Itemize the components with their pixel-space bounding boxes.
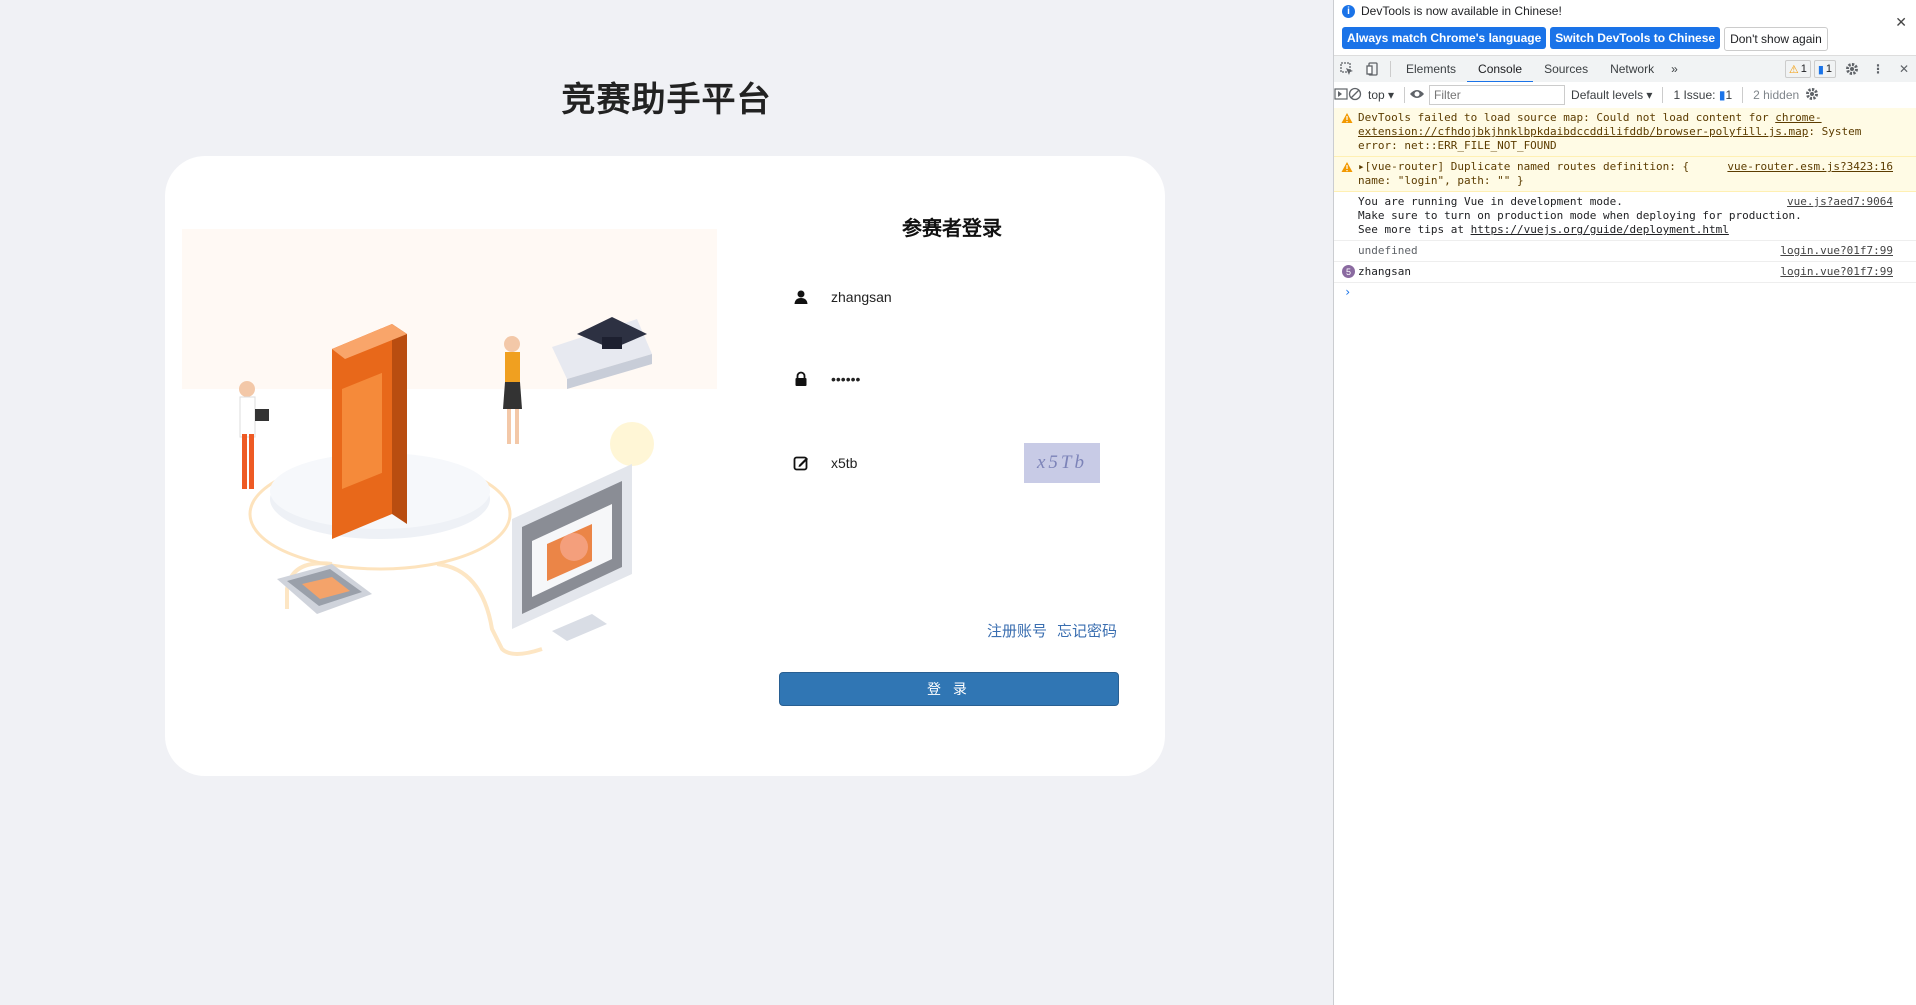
tab-sources[interactable]: Sources <box>1533 56 1599 82</box>
message-source-link[interactable]: login.vue?01f7:99 <box>1780 244 1893 258</box>
warning-icon: ⚠ <box>1788 63 1799 76</box>
dont-show-again-button[interactable]: Don't show again <box>1724 27 1828 51</box>
infobar-close-icon[interactable]: ✕ <box>1895 14 1907 31</box>
toolbar-divider <box>1404 87 1406 103</box>
message-text: undefined <box>1358 244 1418 257</box>
devtools-tabbar: Elements Console Sources Network » ⚠ 1 ▮ 1… <box>1334 55 1916 83</box>
warning-triangle-icon <box>1341 162 1353 172</box>
console-prompt[interactable]: › <box>1334 283 1916 301</box>
page-title: 竞赛助手平台 <box>561 81 772 119</box>
captcha-field: x5Tb <box>779 443 1125 483</box>
message-source-link[interactable]: vue.js?aed7:9064 <box>1787 195 1893 209</box>
infobar-buttons: Always match Chrome's language Switch De… <box>1342 27 1828 51</box>
console-settings-icon[interactable] <box>1805 87 1819 104</box>
login-card: 参赛者登录 x5Tb 注册账号 <box>165 156 1165 776</box>
console-toolbar: top ▾ Default levels ▾ 1 Issue: ▮1 2 hid… <box>1334 82 1916 109</box>
hidden-count: 2 hidden <box>1753 88 1800 102</box>
message-text: Make sure to turn on production mode whe… <box>1358 209 1802 222</box>
issues-count: 1 <box>1725 88 1733 102</box>
infobar-message: i DevTools is now available in Chinese! <box>1342 4 1562 18</box>
message-icon: ▮ <box>1817 63 1824 76</box>
switch-language-button[interactable]: Switch DevTools to Chinese <box>1550 27 1721 49</box>
message-text: DevTools failed to load source map: Coul… <box>1358 111 1776 124</box>
console-messages: DevTools failed to load source map: Coul… <box>1334 108 1916 301</box>
kebab-menu-icon[interactable]: ⋮ <box>1865 56 1891 82</box>
warnings-count: 1 <box>1800 63 1807 75</box>
more-tabs-icon[interactable]: » <box>1665 56 1684 82</box>
toolbar-divider <box>1390 61 1391 77</box>
tab-console[interactable]: Console <box>1467 56 1534 83</box>
warning-triangle-icon <box>1341 113 1353 123</box>
captcha-input[interactable] <box>829 454 1013 472</box>
captcha-image[interactable]: x5Tb <box>1024 443 1100 483</box>
messages-badge[interactable]: ▮ 1 <box>1813 60 1836 78</box>
message-text: See more tips at <box>1358 223 1471 236</box>
tab-elements[interactable]: Elements <box>1395 56 1467 82</box>
info-icon: i <box>1342 4 1355 18</box>
message-text: [vue-router] Duplicate named routes defi… <box>1358 160 1690 187</box>
eye-icon[interactable] <box>1409 88 1425 103</box>
tab-network[interactable]: Network <box>1599 56 1665 82</box>
password-field <box>779 359 1125 399</box>
issues-label: 1 Issue: <box>1673 88 1716 102</box>
warnings-badge[interactable]: ⚠ 1 <box>1784 60 1811 78</box>
message-source-link[interactable]: login.vue?01f7:99 <box>1780 265 1893 279</box>
infobar-text: DevTools is now available in Chinese! <box>1361 4 1562 18</box>
settings-gear-icon[interactable] <box>1839 56 1865 82</box>
register-link[interactable]: 注册账号 <box>987 620 1047 641</box>
console-log-undefined: login.vue?01f7:99 undefined <box>1334 241 1916 262</box>
device-toggle-icon[interactable] <box>1360 56 1386 82</box>
message-text: zhangsan <box>1358 265 1411 278</box>
account-links: 注册账号 忘记密码 <box>987 620 1117 641</box>
log-levels-value: Default levels <box>1571 88 1644 102</box>
app-viewport: 竞赛助手平台 参赛者登录 zhangsan x5tb x5Tb 注册账号 忘记密… <box>0 0 1333 1005</box>
toolbar-divider <box>1662 87 1664 103</box>
context-selector[interactable]: top ▾ <box>1362 88 1400 102</box>
devtools-panel: i DevTools is now available in Chinese! … <box>1333 0 1916 1005</box>
console-log-vue-mode: vue.js?aed7:9064 You are running Vue in … <box>1334 192 1916 241</box>
console-log-zhangsan: 5 login.vue?01f7:99 zhangsan <box>1334 262 1916 283</box>
edit-icon <box>789 451 813 475</box>
inspect-element-icon[interactable] <box>1334 56 1360 82</box>
password-input[interactable] <box>829 370 1013 388</box>
user-icon <box>789 285 813 309</box>
username-field <box>779 277 1125 317</box>
login-title: 参赛者登录 <box>902 218 1002 240</box>
issues-button[interactable]: 1 Issue: ▮ 1 <box>1667 88 1738 102</box>
console-warning-sourcemap: DevTools failed to load source map: Coul… <box>1334 108 1916 157</box>
context-value: top <box>1368 88 1385 102</box>
message-source-link[interactable]: vue-router.esm.js?3423:16 <box>1727 160 1893 174</box>
console-warning-router: vue-router.esm.js?3423:16 ▸[vue-router] … <box>1334 157 1916 192</box>
vue-deployment-link[interactable]: https://vuejs.org/guide/deployment.html <box>1471 223 1729 236</box>
match-language-button[interactable]: Always match Chrome's language <box>1342 27 1547 49</box>
clear-console-icon[interactable] <box>1348 87 1362 104</box>
lock-icon <box>789 367 813 391</box>
education-illustration <box>182 229 717 656</box>
log-levels-dropdown[interactable]: Default levels ▾ <box>1565 88 1658 102</box>
close-devtools-icon[interactable]: ✕ <box>1891 56 1916 82</box>
forgot-password-link[interactable]: 忘记密码 <box>1057 620 1117 641</box>
login-button[interactable]: 登 录 <box>779 672 1119 706</box>
language-infobar: i DevTools is now available in Chinese! … <box>1334 0 1916 55</box>
sidebar-toggle-icon[interactable] <box>1334 87 1348 104</box>
repeat-count-badge: 5 <box>1342 265 1355 278</box>
login-form: 参赛者登录 x5Tb 注册账号 <box>779 156 1125 776</box>
expand-arrow-icon[interactable]: ▸ <box>1358 160 1365 173</box>
username-input[interactable] <box>829 288 1013 306</box>
messages-count: 1 <box>1825 63 1832 75</box>
toolbar-divider <box>1742 87 1744 103</box>
filter-input[interactable] <box>1429 85 1566 105</box>
issue-icon: ▮ <box>1718 88 1726 102</box>
